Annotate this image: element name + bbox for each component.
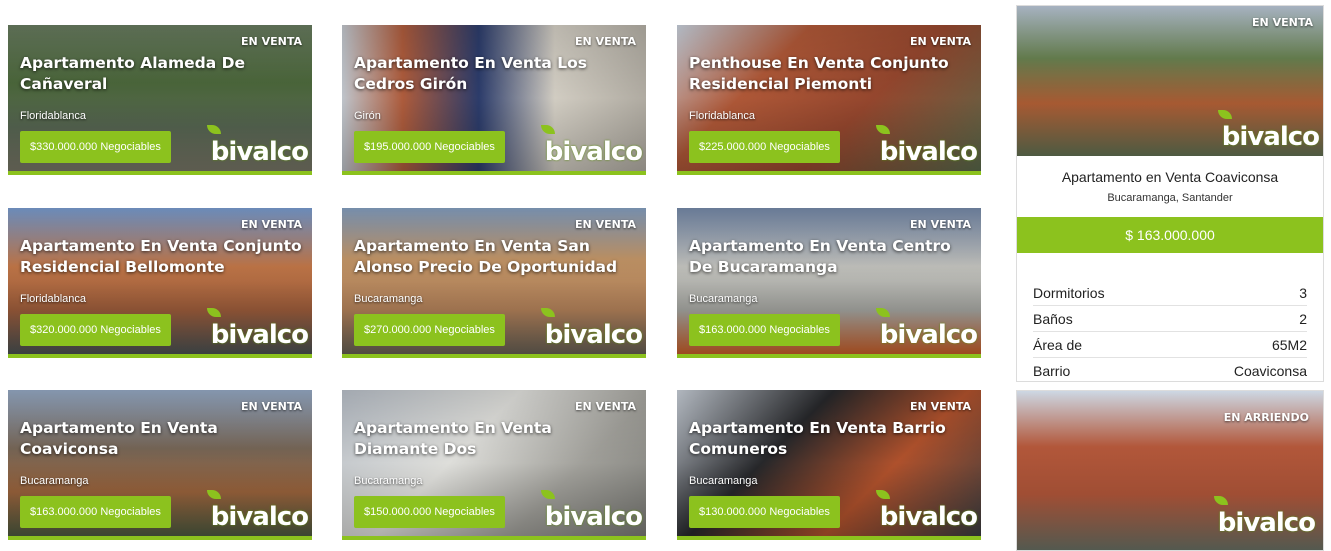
listing-title[interactable]: Apartamento En Venta Centro De Bucaraman… [689, 236, 975, 278]
listing-city: Floridablanca [20, 110, 87, 122]
bivalco-logo: bivalco [540, 125, 643, 167]
bivalco-logo: bivalco [875, 308, 978, 350]
listing-card[interactable]: EN VENTA Penthouse En Venta Conjunto Res… [677, 25, 981, 175]
price-button[interactable]: $163.000.000 Negociables [20, 496, 171, 528]
listing-city: Bucaramanga [354, 293, 423, 305]
status-badge: EN VENTA [575, 35, 636, 48]
spec-value: 3 [1299, 285, 1307, 301]
status-badge: EN VENTA [910, 400, 971, 413]
status-badge: EN VENTA [575, 400, 636, 413]
listing-city: Bucaramanga [20, 475, 89, 487]
price-button[interactable]: $320.000.000 Negociables [20, 314, 171, 346]
status-badge: EN VENTA [575, 218, 636, 231]
bivalco-logo: bivalco [875, 490, 978, 532]
listing-city: Floridablanca [689, 110, 756, 122]
bivalco-logo: bivalco [206, 490, 309, 532]
spec-row-neighborhood: Barrio Coaviconsa [1033, 358, 1307, 384]
listing-card[interactable]: EN VENTA Apartamento Alameda De Cañavera… [8, 25, 312, 175]
listing-card[interactable]: EN VENTA Apartamento En Venta Barrio Com… [677, 390, 981, 540]
bivalco-logo: bivalco [206, 125, 309, 167]
spec-list: Dormitorios 3 Baños 2 Área de 65M2 Barri… [1033, 280, 1307, 384]
status-badge: EN VENTA [241, 35, 302, 48]
listing-city: Bucaramanga [689, 475, 758, 487]
spec-label: Barrio [1033, 363, 1071, 379]
price-button[interactable]: $225.000.000 Negociables [689, 131, 840, 163]
listing-card[interactable]: EN VENTA Apartamento En Venta San Alonso… [342, 208, 646, 358]
listing-title[interactable]: Apartamento En Venta Barrio Comuneros [689, 418, 975, 460]
status-badge: EN VENTA [1252, 16, 1313, 29]
listing-card[interactable]: EN VENTA Apartamento En Venta Coaviconsa… [8, 390, 312, 540]
featured-listing-card[interactable]: EN VENTA bivalco Apartamento en Venta Co… [1016, 5, 1324, 382]
status-badge: EN VENTA [910, 35, 971, 48]
price-button[interactable]: $150.000.000 Negociables [354, 496, 505, 528]
featured-price[interactable]: $ 163.000.000 [1017, 217, 1323, 253]
listing-city: Bucaramanga [354, 475, 423, 487]
spec-label: Dormitorios [1033, 285, 1105, 301]
bivalco-logo: bivalco [1213, 496, 1316, 538]
listing-title[interactable]: Apartamento Alameda De Cañaveral [20, 53, 306, 95]
featured-photo[interactable]: EN VENTA bivalco [1017, 6, 1323, 156]
listing-title[interactable]: Apartamento En Venta Coaviconsa [20, 418, 306, 460]
listing-city: Bucaramanga [689, 293, 758, 305]
listing-title[interactable]: Apartamento En Venta Conjunto Residencia… [20, 236, 306, 278]
status-badge: EN VENTA [241, 400, 302, 413]
price-button[interactable]: $195.000.000 Negociables [354, 131, 505, 163]
spec-row-bedrooms: Dormitorios 3 [1033, 280, 1307, 306]
spec-value: 2 [1299, 311, 1307, 327]
spec-row-bathrooms: Baños 2 [1033, 306, 1307, 332]
price-button[interactable]: $163.000.000 Negociables [689, 314, 840, 346]
featured-title[interactable]: Apartamento en Venta Coaviconsa [1017, 169, 1323, 185]
bivalco-logo: bivalco [540, 490, 643, 532]
bivalco-logo: bivalco [875, 125, 978, 167]
listing-card[interactable]: EN VENTA Apartamento En Venta Conjunto R… [8, 208, 312, 358]
spec-row-area: Área de 65M2 [1033, 332, 1307, 358]
listing-title[interactable]: Penthouse En Venta Conjunto Residencial … [689, 53, 975, 95]
listing-title[interactable]: Apartamento En Venta Diamante Dos [354, 418, 640, 460]
listing-card[interactable]: EN VENTA Apartamento En Venta Los Cedros… [342, 25, 646, 175]
spec-value: Coaviconsa [1233, 363, 1307, 379]
status-badge: EN ARRIENDO [1223, 411, 1309, 424]
status-badge: EN VENTA [910, 218, 971, 231]
bivalco-logo: bivalco [540, 308, 643, 350]
listing-title[interactable]: Apartamento En Venta San Alonso Precio D… [354, 236, 640, 278]
listing-card[interactable]: EN VENTA Apartamento En Venta Diamante D… [342, 390, 646, 540]
bivalco-logo: bivalco [1217, 110, 1320, 152]
price-button[interactable]: $130.000.000 Negociables [689, 496, 840, 528]
featured-listing-card-2[interactable]: EN ARRIENDO bivalco [1016, 390, 1324, 551]
bivalco-logo: bivalco [206, 308, 309, 350]
status-badge: EN VENTA [241, 218, 302, 231]
spec-value: 65M2 [1271, 337, 1307, 353]
listing-card[interactable]: EN VENTA Apartamento En Venta Centro De … [677, 208, 981, 358]
spec-label: Baños [1033, 311, 1073, 327]
listing-title[interactable]: Apartamento En Venta Los Cedros Girón [354, 53, 640, 95]
price-button[interactable]: $270.000.000 Negociables [354, 314, 505, 346]
listing-city: Floridablanca [20, 293, 87, 305]
price-button[interactable]: $330.000.000 Negociables [20, 131, 171, 163]
featured-location: Bucaramanga, Santander [1107, 192, 1233, 204]
listing-city: Girón [354, 110, 381, 122]
spec-label: Área de [1033, 337, 1083, 353]
